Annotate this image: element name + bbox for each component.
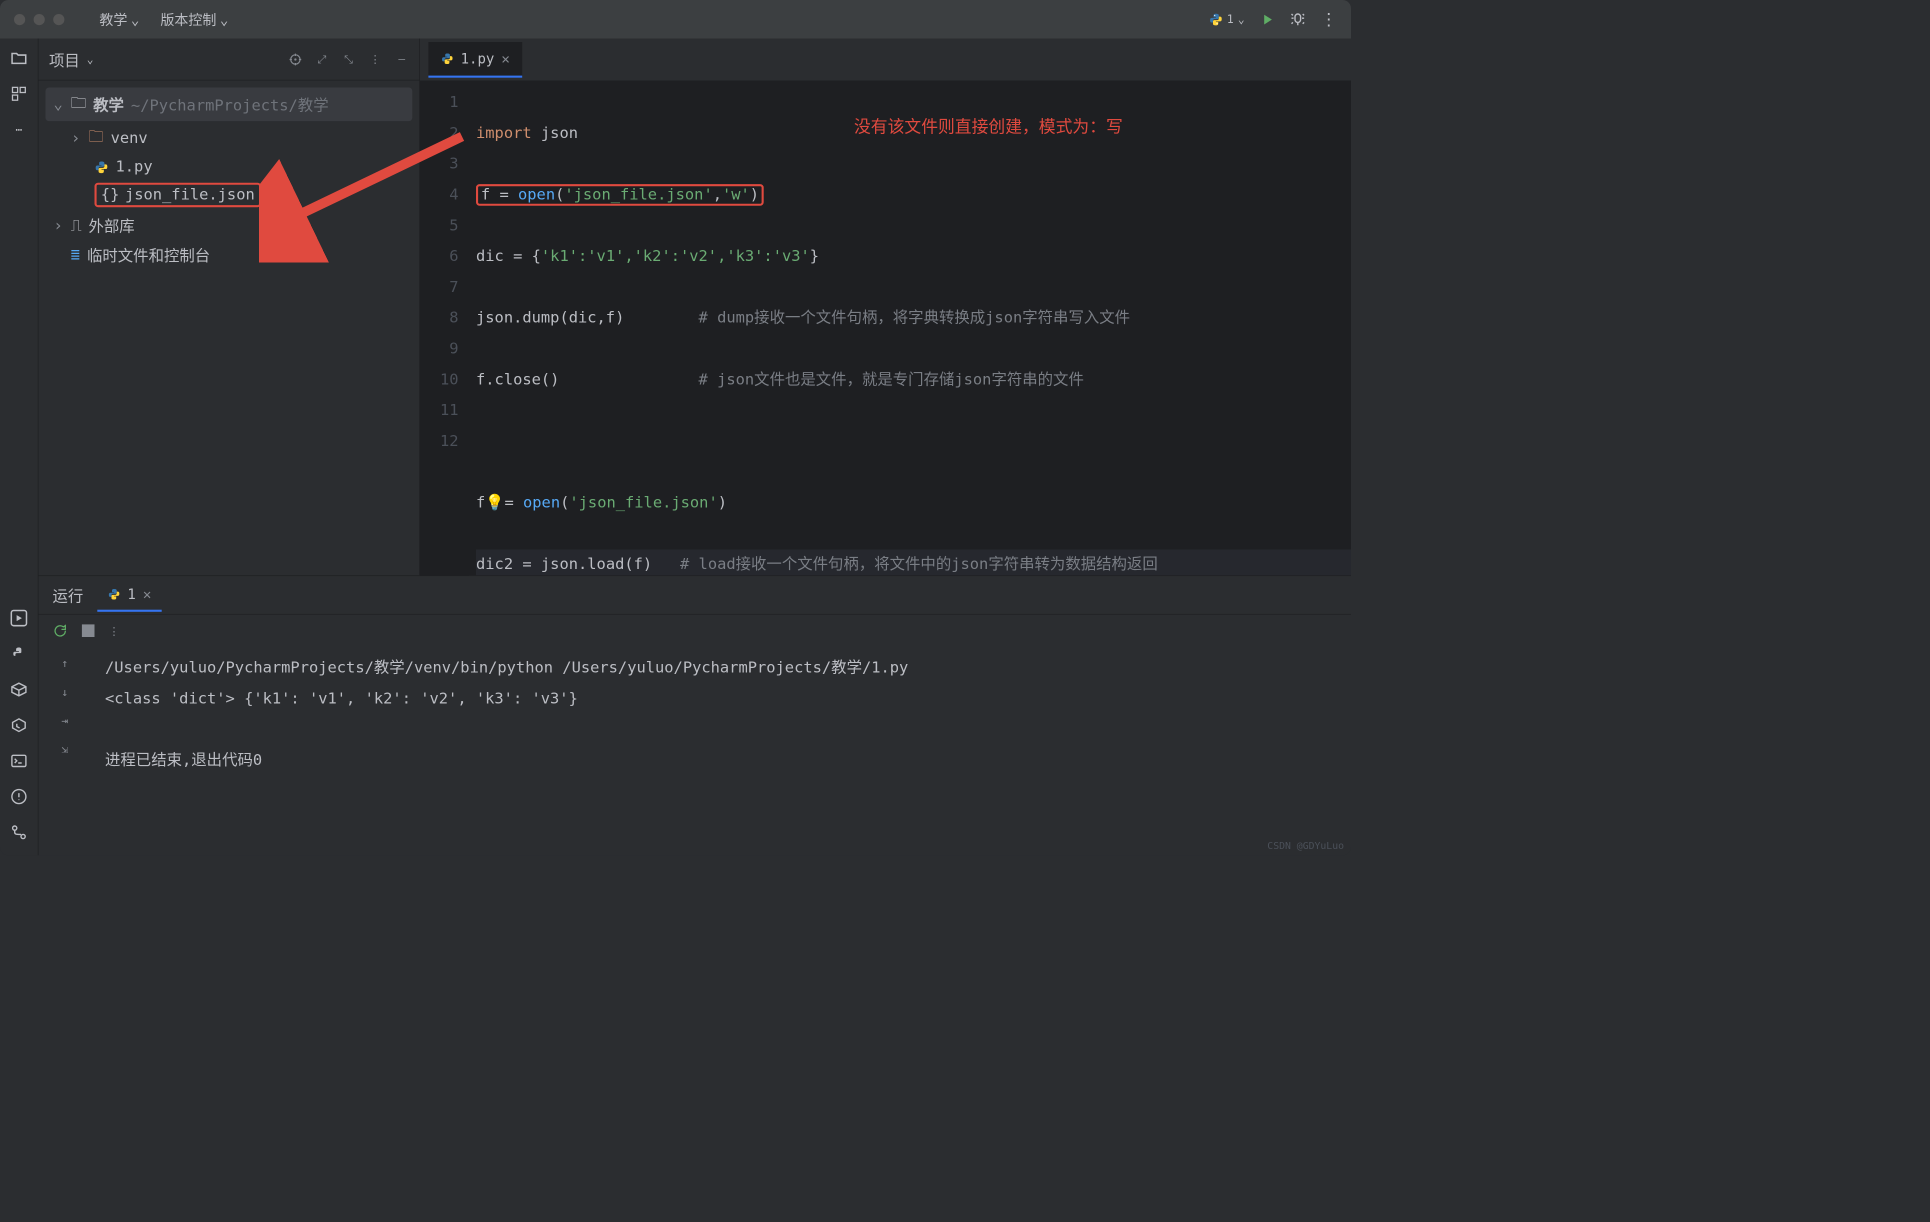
tree-venv[interactable]: › 🗀 venv — [46, 121, 413, 155]
traffic-lights — [14, 14, 64, 25]
chevron-right-icon: › — [53, 217, 64, 235]
minimize-panel-icon[interactable]: — — [395, 52, 409, 66]
ide-window: 教学 ⌄ 版本控制 ⌄ 1 ⌄ ⋮ ⋯ — [0, 0, 1351, 855]
target-icon[interactable] — [288, 52, 302, 66]
tree-file-json[interactable]: {} json_file.json — [46, 179, 413, 211]
watermark: CSDN @GDYuLuo — [1267, 841, 1344, 852]
bulb-icon[interactable]: 💡 — [485, 494, 504, 512]
python-icon — [441, 52, 454, 65]
run-title-label: 运行 — [53, 584, 84, 606]
structure-icon[interactable] — [10, 85, 28, 103]
python-console-icon[interactable] — [10, 645, 28, 663]
problems-icon[interactable] — [10, 788, 28, 806]
run-panel: 运行 1 ✕ ⋮ ↑ ↓ ⇥ — [39, 575, 1352, 855]
run-header: 运行 1 ✕ — [39, 576, 1352, 615]
collapse-icon[interactable]: ⤡ — [342, 52, 356, 66]
editor-area: 1.py ✕ 123456789101112 import json f = o… — [420, 39, 1351, 576]
close-icon[interactable]: ✕ — [501, 50, 509, 67]
chevron-right-icon: › — [70, 129, 81, 147]
more-menu-icon[interactable]: ⋮ — [1320, 9, 1337, 29]
run-tab[interactable]: 1 ✕ — [97, 579, 161, 612]
more-icon[interactable]: ⋮ — [368, 52, 382, 66]
editor-tab[interactable]: 1.py ✕ — [428, 42, 522, 78]
up-icon[interactable]: ↑ — [61, 657, 68, 670]
tree-external[interactable]: › ⎍ 外部库 — [46, 211, 413, 240]
folder-icon: 🗀 — [88, 125, 103, 152]
down-icon[interactable]: ↓ — [61, 685, 68, 698]
library-icon: ⎍ — [71, 217, 82, 235]
wrap-icon[interactable]: ⇥ — [61, 714, 68, 727]
services-icon[interactable] — [10, 716, 28, 734]
run-side-icons: ↑ ↓ ⇥ ⇲ — [39, 646, 92, 855]
scroll-icon[interactable]: ⇲ — [61, 743, 68, 756]
tree-root[interactable]: ⌄ 🗀 教学 ~/PycharmProjects/教学 — [46, 88, 413, 122]
tree-scratch[interactable]: ≣ 临时文件和控制台 — [46, 240, 413, 269]
chevron-down-icon: ⌄ — [131, 11, 139, 28]
scratch-icon: ≣ — [71, 246, 80, 263]
project-title-label: 项目 — [49, 48, 80, 70]
more-icon[interactable]: ⋯ — [10, 120, 28, 138]
terminal-icon[interactable] — [10, 752, 28, 770]
editor-tabs: 1.py ✕ — [420, 39, 1351, 81]
tree-file-py[interactable]: 1.py — [46, 155, 413, 180]
json-icon: {} — [101, 186, 120, 204]
left-tool-rail: ⋯ — [0, 39, 39, 856]
gutter: 123456789101112 — [420, 81, 469, 576]
more-icon[interactable]: ⋮ — [109, 624, 120, 637]
python-icon — [1209, 12, 1223, 26]
project-tree: ⌄ 🗀 教学 ~/PycharmProjects/教学 › 🗀 venv — [39, 81, 420, 277]
menu-project[interactable]: 教学 ⌄ — [92, 6, 146, 33]
python-icon — [108, 588, 121, 601]
python-icon — [95, 160, 109, 174]
folder-icon: 🗀 — [71, 91, 86, 118]
minimize-window-icon[interactable] — [34, 14, 45, 25]
rerun-icon[interactable] — [53, 623, 68, 638]
run-button[interactable] — [1259, 11, 1276, 28]
code-editor[interactable]: 123456789101112 import json f = open('js… — [420, 81, 1351, 576]
run-tool-icon[interactable] — [10, 609, 28, 627]
project-panel: 项目 ⌄ ⤢ ⤡ ⋮ — ⌄ 🗀 — [39, 39, 421, 576]
git-icon[interactable] — [10, 823, 28, 841]
folder-icon[interactable] — [10, 49, 28, 67]
chevron-down-icon[interactable]: ⌄ — [87, 53, 94, 66]
maximize-window-icon[interactable] — [53, 14, 64, 25]
chevron-down-icon: ⌄ — [1238, 13, 1245, 26]
chevron-down-icon: ⌄ — [53, 96, 64, 114]
menu-vcs[interactable]: 版本控制 ⌄ — [153, 6, 235, 33]
close-icon[interactable]: ✕ — [143, 586, 151, 603]
interpreter-selector[interactable]: 1 ⌄ — [1209, 12, 1245, 26]
close-window-icon[interactable] — [14, 14, 25, 25]
titlebar: 教学 ⌄ 版本控制 ⌄ 1 ⌄ ⋮ — [0, 0, 1351, 39]
stop-icon[interactable] — [82, 624, 95, 637]
chevron-down-icon: ⌄ — [220, 11, 228, 28]
run-output[interactable]: /Users/yuluo/PycharmProjects/教学/venv/bin… — [91, 615, 1351, 856]
debug-button[interactable] — [1289, 11, 1306, 28]
annotation-text: 没有该文件则直接创建，模式为：写 — [854, 111, 1123, 142]
packages-icon[interactable] — [10, 680, 28, 698]
expand-icon[interactable]: ⤢ — [315, 52, 329, 66]
project-header: 项目 ⌄ ⤢ ⤡ ⋮ — — [39, 39, 420, 81]
